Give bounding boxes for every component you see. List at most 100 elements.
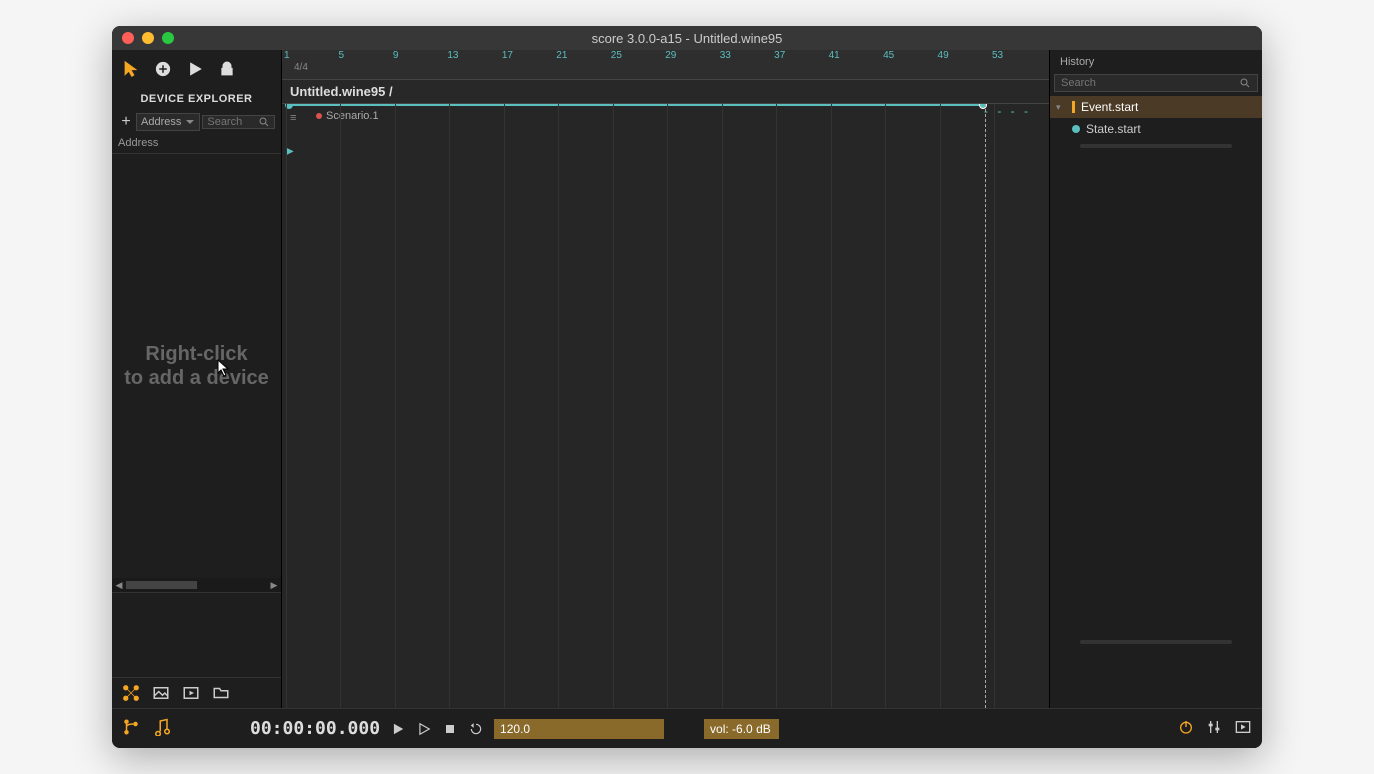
scenario-header: Untitled.wine95 /	[282, 80, 1049, 104]
sliders-icon[interactable]	[1206, 719, 1222, 738]
panel-resize-handle[interactable]	[1080, 144, 1232, 148]
ruler-tick-label: 37	[774, 50, 785, 61]
ruler-tick-label: 17	[502, 50, 513, 61]
music-note-icon[interactable]	[152, 718, 170, 739]
scenario-bar[interactable]	[286, 104, 984, 106]
grid-line	[613, 104, 614, 708]
play-button[interactable]	[390, 721, 406, 737]
explorer-search-input[interactable]	[207, 116, 258, 128]
history-item-label: State.start	[1086, 122, 1141, 136]
grid-line	[776, 104, 777, 708]
add-tool-icon[interactable]	[154, 60, 172, 81]
mouse-cursor-icon	[217, 359, 231, 377]
expand-caret-icon[interactable]: ▾	[1056, 102, 1066, 113]
history-search-input[interactable]	[1061, 77, 1239, 89]
scroll-right-icon[interactable]: ▶	[269, 580, 279, 590]
window-title: score 3.0.0-a15 - Untitled.wine95	[112, 31, 1262, 46]
history-item-state-start[interactable]: State.start	[1050, 118, 1262, 140]
ruler-ticks: 1591317212529333741454953	[282, 50, 1049, 64]
app-window: score 3.0.0-a15 - Untitled.wine95 DEVICE…	[112, 26, 1262, 748]
timecode-display: 00:00:00.000	[250, 718, 380, 739]
end-time-line	[985, 104, 986, 708]
ruler-tick-label: 25	[611, 50, 622, 61]
play-box-icon[interactable]	[182, 684, 200, 702]
search-icon	[258, 116, 270, 128]
grid-line	[558, 104, 559, 708]
scrollbar-thumb[interactable]	[126, 581, 197, 589]
transport-left-icons	[122, 718, 170, 739]
titlebar: score 3.0.0-a15 - Untitled.wine95	[112, 26, 1262, 50]
ruler-tick-label: 5	[338, 50, 344, 61]
ruler-tick-label: 1	[284, 50, 290, 61]
grid-line	[885, 104, 886, 708]
power-icon[interactable]	[1178, 719, 1194, 738]
top-toolbar	[112, 50, 281, 87]
play-outline-button[interactable]	[416, 721, 432, 737]
add-device-button[interactable]: +	[118, 113, 134, 131]
volume-input[interactable]	[704, 719, 779, 739]
play-caret-icon: ▶	[286, 146, 294, 157]
output-icon[interactable]	[1234, 719, 1252, 738]
explorer-lower-pane	[112, 592, 281, 677]
history-search[interactable]	[1054, 74, 1258, 92]
transport-controls	[390, 721, 484, 737]
ruler-tick-label: 21	[556, 50, 567, 61]
ruler-tick-label: 9	[393, 50, 399, 61]
grid-line	[722, 104, 723, 708]
nodes-icon[interactable]	[122, 684, 140, 702]
grid-line	[395, 104, 396, 708]
explorer-controls: + Address	[112, 111, 281, 133]
right-panel: History ▾ Event.start State.start	[1049, 50, 1262, 708]
grid-line	[504, 104, 505, 708]
event-bar-icon	[1072, 101, 1075, 113]
continuation-dashes: - - - -	[984, 104, 1031, 118]
panel-resize-handle[interactable]	[1080, 640, 1232, 644]
grid-line	[940, 104, 941, 708]
search-icon	[1239, 77, 1251, 89]
main-area: DEVICE EXPLORER + Address Address Right-…	[112, 50, 1262, 708]
ruler-tick-label: 41	[829, 50, 840, 61]
grid-line	[340, 104, 341, 708]
add-device-hint: Right-click to add a device	[112, 342, 281, 390]
address-column-header: Address	[112, 133, 281, 154]
left-panel: DEVICE EXPLORER + Address Address Right-…	[112, 50, 282, 708]
image-icon[interactable]	[152, 684, 170, 702]
timeline-ruler[interactable]: 4/4 1591317212529333741454953	[282, 50, 1049, 80]
grid-line	[449, 104, 450, 708]
timeline-panel: 4/4 1591317212529333741454953 Untitled.w…	[282, 50, 1049, 708]
explorer-search[interactable]	[202, 115, 275, 129]
stop-button[interactable]	[442, 721, 458, 737]
folder-icon[interactable]	[212, 684, 230, 702]
history-header: History	[1050, 50, 1262, 74]
explorer-scrollbar[interactable]: ◀ ▶	[112, 578, 281, 592]
address-select[interactable]: Address	[136, 113, 200, 131]
scenario-title: Untitled.wine95 /	[282, 84, 401, 99]
cursor-tool-icon[interactable]	[122, 60, 140, 81]
history-item-label: Event.start	[1081, 100, 1138, 114]
inspector-area	[1050, 152, 1262, 636]
record-dot-icon	[316, 113, 322, 119]
ruler-tick-label: 33	[720, 50, 731, 61]
transport-bar: 00:00:00.000	[112, 708, 1262, 748]
play-tool-icon[interactable]	[186, 60, 204, 81]
history-list: ▾ Event.start State.start	[1050, 96, 1262, 140]
rewind-button[interactable]	[468, 721, 484, 737]
ruler-tick-label: 29	[665, 50, 676, 61]
tempo-input[interactable]	[494, 719, 664, 739]
grid-line	[994, 104, 995, 708]
timeline-body[interactable]: ≡ Scenario.1 - - - - ▶	[282, 104, 1049, 708]
scroll-left-icon[interactable]: ◀	[114, 580, 124, 590]
branch-icon[interactable]	[122, 718, 140, 739]
ruler-tick-label: 45	[883, 50, 894, 61]
grid-line	[667, 104, 668, 708]
grid-line	[286, 104, 287, 708]
lock-tool-icon[interactable]	[218, 60, 236, 81]
grid-line	[831, 104, 832, 708]
transport-right-icons	[1178, 719, 1252, 738]
ruler-tick-label: 13	[447, 50, 458, 61]
device-list-area[interactable]: Right-click to add a device	[112, 154, 281, 578]
menu-icon[interactable]: ≡	[290, 112, 296, 124]
scenario-label[interactable]: Scenario.1	[316, 110, 379, 122]
state-dot-icon	[1072, 125, 1080, 133]
history-item-event-start[interactable]: ▾ Event.start	[1050, 96, 1262, 118]
